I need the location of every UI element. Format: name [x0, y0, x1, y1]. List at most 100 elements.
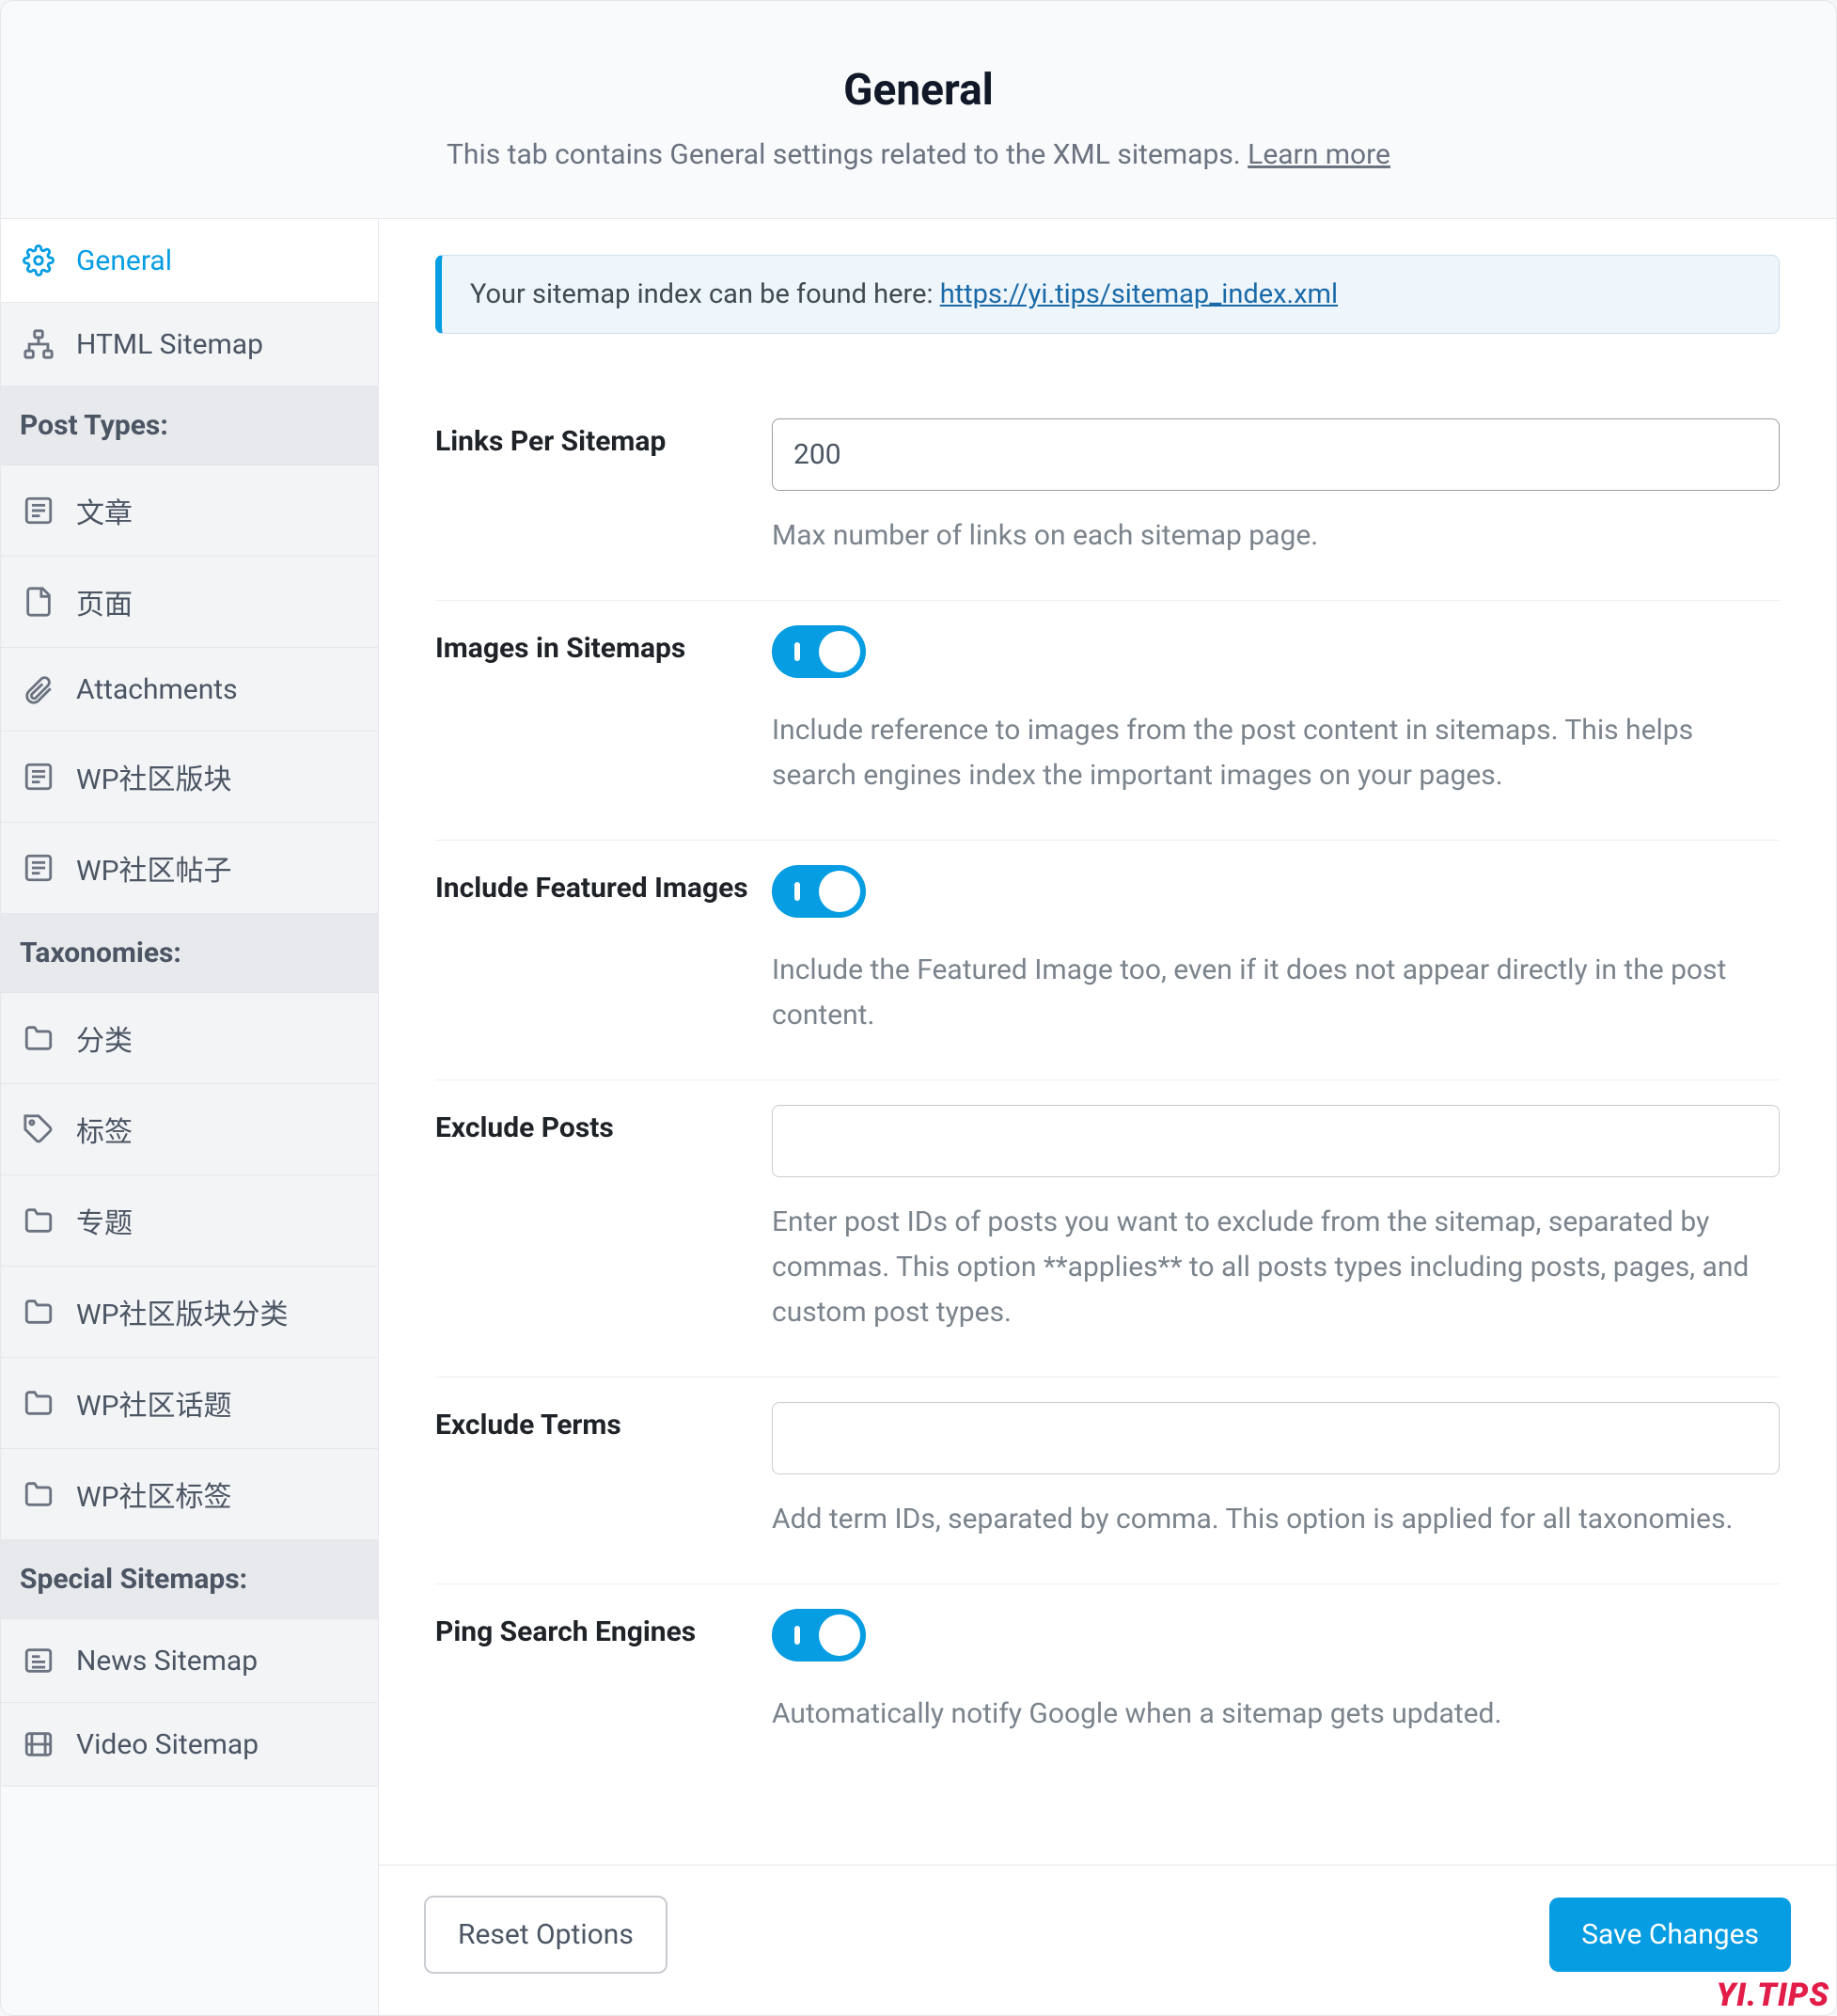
- sidebar-item-label: 文章: [76, 490, 133, 531]
- sidebar-item-wp-post[interactable]: WP社区帖子: [1, 823, 378, 914]
- field-control: Include reference to images from the pos…: [772, 625, 1780, 798]
- notice-prefix: Your sitemap index can be found here:: [470, 278, 940, 310]
- sitemap-icon: [22, 327, 55, 361]
- sidebar-group-taxonomies: Taxonomies:: [1, 914, 378, 993]
- sidebar-item-category[interactable]: 分类: [1, 993, 378, 1084]
- help-text: Enter post IDs of posts you want to excl…: [772, 1200, 1780, 1335]
- field-label: Exclude Posts: [435, 1105, 772, 1335]
- field-exclude-terms: Exclude Terms Add term IDs, separated by…: [435, 1378, 1780, 1584]
- help-text: Include the Featured Image too, even if …: [772, 948, 1780, 1038]
- exclude-posts-input[interactable]: [772, 1105, 1780, 1177]
- sidebar-item-posts[interactable]: 文章: [1, 465, 378, 557]
- sidebar-item-label: 标签: [76, 1109, 133, 1150]
- sidebar-item-news-sitemap[interactable]: News Sitemap: [1, 1619, 378, 1703]
- exclude-terms-input[interactable]: [772, 1402, 1780, 1474]
- toggle-on-indicator: [794, 882, 800, 901]
- field-control: Add term IDs, separated by comma. This o…: [772, 1402, 1780, 1542]
- include-featured-toggle[interactable]: [772, 865, 866, 918]
- sitemap-url-link[interactable]: https://yi.tips/sitemap_index.xml: [940, 278, 1338, 310]
- sidebar-item-pages[interactable]: 页面: [1, 557, 378, 648]
- folder-icon: [22, 1386, 55, 1420]
- field-include-featured: Include Featured Images Include the Feat…: [435, 841, 1780, 1080]
- sidebar: General HTML Sitemap Post Types: 文章 页: [1, 219, 379, 2015]
- sitemap-notice: Your sitemap index can be found here: ht…: [435, 255, 1780, 334]
- sidebar-item-label: Video Sitemap: [76, 1728, 259, 1761]
- body: General HTML Sitemap Post Types: 文章 页: [1, 219, 1836, 2015]
- toggle-knob: [819, 871, 860, 912]
- page-description: This tab contains General settings relat…: [39, 138, 1798, 171]
- sidebar-item-wp-topic[interactable]: WP社区话题: [1, 1358, 378, 1449]
- field-label: Exclude Terms: [435, 1402, 772, 1542]
- sidebar-item-label: Attachments: [76, 673, 238, 706]
- field-label: Links Per Sitemap: [435, 418, 772, 559]
- sidebar-item-label: WP社区话题: [76, 1382, 232, 1424]
- learn-more-link[interactable]: Learn more: [1248, 138, 1390, 171]
- sidebar-item-attachments[interactable]: Attachments: [1, 648, 378, 732]
- sidebar-item-label: 页面: [76, 581, 133, 622]
- sidebar-item-general[interactable]: General: [1, 219, 378, 303]
- toggle-knob: [819, 631, 860, 672]
- field-label: Ping Search Engines: [435, 1609, 772, 1737]
- field-label: Include Featured Images: [435, 865, 772, 1038]
- post-icon: [22, 851, 55, 885]
- sidebar-item-tags[interactable]: 标签: [1, 1084, 378, 1175]
- images-in-sitemaps-toggle[interactable]: [772, 625, 866, 678]
- field-control: Automatically notify Google when a sitem…: [772, 1609, 1780, 1737]
- help-text: Max number of links on each sitemap page…: [772, 513, 1780, 559]
- field-control: Enter post IDs of posts you want to excl…: [772, 1105, 1780, 1335]
- post-icon: [22, 760, 55, 794]
- sidebar-item-video-sitemap[interactable]: Video Sitemap: [1, 1703, 378, 1787]
- toggle-on-indicator: [794, 642, 800, 661]
- app-container: General This tab contains General settin…: [0, 0, 1837, 2016]
- page-description-text: This tab contains General settings relat…: [447, 138, 1248, 171]
- content-area: Your sitemap index can be found here: ht…: [379, 219, 1836, 1865]
- links-per-sitemap-input[interactable]: [772, 418, 1780, 491]
- toggle-knob: [819, 1614, 860, 1656]
- news-icon: [22, 1644, 55, 1677]
- ping-toggle[interactable]: [772, 1609, 866, 1662]
- page-title: General: [39, 65, 1798, 116]
- reset-button[interactable]: Reset Options: [424, 1896, 667, 1974]
- main-panel: Your sitemap index can be found here: ht…: [379, 219, 1836, 2015]
- field-label: Images in Sitemaps: [435, 625, 772, 798]
- sidebar-item-label: HTML Sitemap: [76, 328, 263, 361]
- field-control: Include the Featured Image too, even if …: [772, 865, 1780, 1038]
- page-icon: [22, 585, 55, 619]
- sidebar-item-wp-tag[interactable]: WP社区标签: [1, 1449, 378, 1540]
- field-control: Max number of links on each sitemap page…: [772, 418, 1780, 559]
- page-header: General This tab contains General settin…: [1, 1, 1836, 219]
- sidebar-item-label: General: [76, 244, 172, 277]
- sidebar-item-wp-block-cat[interactable]: WP社区版块分类: [1, 1267, 378, 1358]
- help-text: Add term IDs, separated by comma. This o…: [772, 1497, 1780, 1542]
- sidebar-item-wp-block[interactable]: WP社区版块: [1, 732, 378, 823]
- field-ping: Ping Search Engines Automatically notify…: [435, 1584, 1780, 1778]
- sidebar-item-label: WP社区版块: [76, 756, 232, 797]
- sidebar-item-label: WP社区帖子: [76, 847, 232, 889]
- sidebar-group-special: Special Sitemaps:: [1, 1540, 378, 1619]
- help-text: Automatically notify Google when a sitem…: [772, 1692, 1780, 1737]
- field-images-in-sitemaps: Images in Sitemaps Include reference to …: [435, 601, 1780, 841]
- watermark: YI.TIPS: [1716, 1977, 1829, 2014]
- gear-icon: [22, 244, 55, 277]
- sidebar-item-html-sitemap[interactable]: HTML Sitemap: [1, 303, 378, 386]
- sidebar-item-label: 分类: [76, 1017, 133, 1059]
- sidebar-item-label: News Sitemap: [76, 1645, 258, 1677]
- sidebar-group-post-types: Post Types:: [1, 386, 378, 465]
- video-icon: [22, 1727, 55, 1761]
- sidebar-item-label: WP社区版块分类: [76, 1291, 289, 1332]
- help-text: Include reference to images from the pos…: [772, 708, 1780, 798]
- footer-actions: Reset Options Save Changes: [379, 1865, 1836, 2015]
- sidebar-item-label: WP社区标签: [76, 1473, 232, 1515]
- sidebar-item-label: 专题: [76, 1200, 133, 1241]
- field-links-per-sitemap: Links Per Sitemap Max number of links on…: [435, 394, 1780, 601]
- post-icon: [22, 494, 55, 528]
- folder-icon: [22, 1295, 55, 1329]
- sidebar-item-topic[interactable]: 专题: [1, 1175, 378, 1267]
- folder-icon: [22, 1204, 55, 1237]
- folder-icon: [22, 1477, 55, 1511]
- folder-icon: [22, 1021, 55, 1055]
- toggle-on-indicator: [794, 1626, 800, 1645]
- save-button[interactable]: Save Changes: [1549, 1898, 1791, 1972]
- tag-icon: [22, 1112, 55, 1146]
- field-exclude-posts: Exclude Posts Enter post IDs of posts yo…: [435, 1080, 1780, 1378]
